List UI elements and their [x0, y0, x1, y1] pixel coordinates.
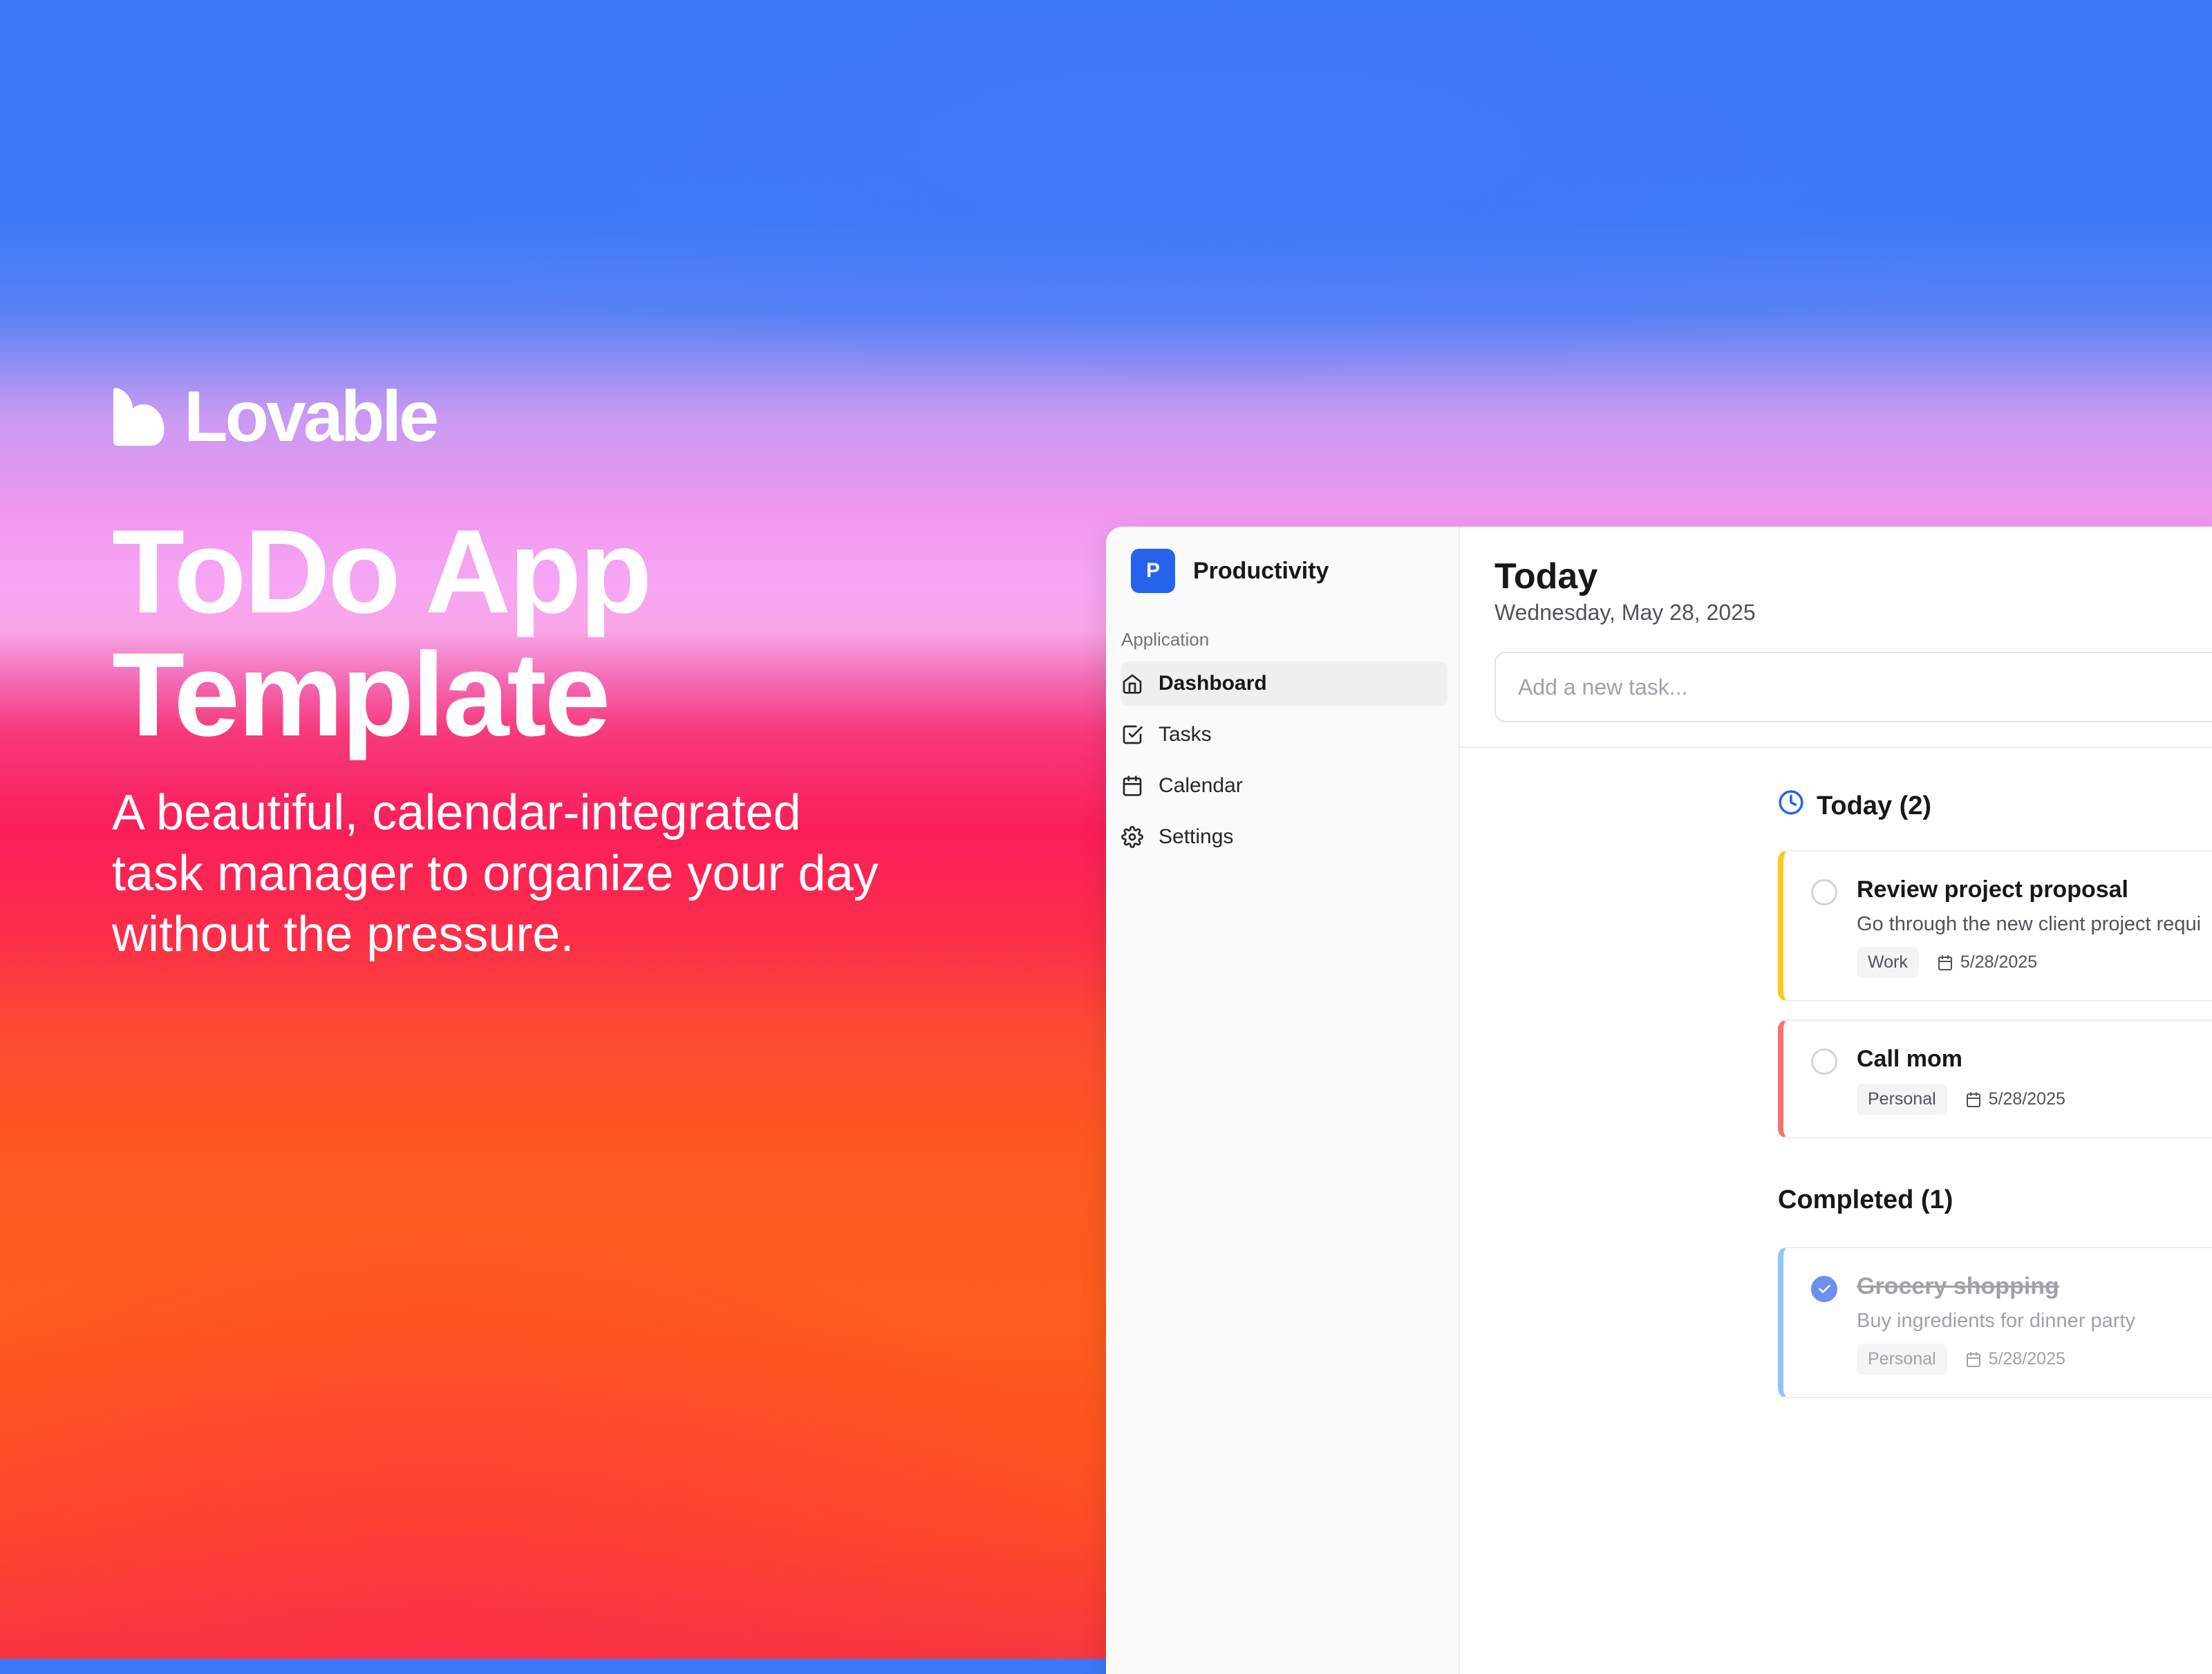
task-description: Go through the new client project requi [1857, 913, 2202, 935]
task-meta: Personal 5/28/2025 [1857, 1344, 2212, 1375]
sidebar-item-calendar[interactable]: Calendar [1121, 764, 1447, 808]
sidebar-item-label: Dashboard [1159, 672, 1267, 695]
task-due-date: 5/28/2025 [1988, 1349, 2065, 1369]
home-icon [1121, 673, 1143, 695]
section-completed-title: Completed (1) [1778, 1185, 1953, 1214]
task-meta: Personal 5/28/2025 [1857, 1084, 2212, 1115]
gear-icon [1121, 826, 1143, 848]
calendar-icon [1966, 1091, 1980, 1107]
nav-group: Application Dashboard Tasks Calendar Set… [1121, 629, 1447, 859]
workspace-name: Productivity [1193, 557, 1329, 584]
hero: Lovable ToDo App Template A beautiful, c… [112, 379, 900, 965]
sidebar-item-settings[interactable]: Settings [1121, 815, 1447, 859]
task-checkbox-checked[interactable] [1811, 1276, 1837, 1302]
task-card-completed[interactable]: Grocery shopping Buy ingredients for din… [1778, 1247, 2212, 1398]
workspace-switcher[interactable]: P Productivity [1131, 549, 1459, 593]
clock-icon [1778, 789, 1804, 822]
sidebar: P Productivity Application Dashboard Tas… [1106, 527, 1460, 1674]
check-icon [1819, 1285, 1830, 1293]
task-title: Review project proposal [1857, 876, 2128, 903]
section-today: Today (2) [1778, 789, 2212, 822]
hero-title: ToDo App Template [112, 510, 900, 756]
task-body: Review project proposal Go through the n… [1857, 876, 2212, 978]
section-completed: Completed (1) [1778, 1185, 2212, 1215]
sidebar-item-tasks[interactable]: Tasks [1121, 713, 1447, 757]
task-list: Today (2) Review project proposal Go thr… [1778, 789, 2212, 1398]
task-due: 5/28/2025 [1965, 1089, 2065, 1109]
task-body: Call mom Personal 5/28/2025 [1857, 1046, 2212, 1115]
task-due-date: 5/28/2025 [1960, 952, 2038, 972]
page-title: Today [1494, 556, 1598, 596]
sidebar-item-label: Calendar [1159, 774, 1243, 797]
app-window: P Productivity Application Dashboard Tas… [1106, 527, 2212, 1674]
hero-subtitle: A beautiful, calendar-integrated task ma… [112, 785, 879, 962]
task-tag: Personal [1857, 1344, 1947, 1375]
task-description: Buy ingredients for dinner party [1857, 1310, 2135, 1332]
hero-title-line1: ToDo App [112, 505, 652, 638]
page-header: Today Wednesday, May 28, 2025 [1460, 527, 2212, 748]
nav-group-label: Application [1121, 629, 1210, 650]
task-title: Call mom [1857, 1046, 1963, 1072]
task-checkbox[interactable] [1811, 1048, 1837, 1075]
page-date: Wednesday, May 28, 2025 [1494, 600, 1756, 625]
calendar-icon [1966, 1351, 1980, 1367]
hero-title-line2: Template [112, 628, 610, 761]
sidebar-item-label: Settings [1159, 825, 1234, 848]
sidebar-item-dashboard[interactable]: Dashboard [1121, 661, 1447, 706]
calendar-icon [1938, 954, 1952, 970]
checkbox-icon [1121, 724, 1143, 746]
workspace-logo: P [1131, 549, 1175, 593]
brand-name: Lovable [184, 377, 439, 457]
sidebar-item-label: Tasks [1159, 723, 1212, 746]
lovable-heart-logo-icon [113, 388, 165, 446]
task-title: Grocery shopping [1857, 1273, 2059, 1299]
add-task-input[interactable] [1494, 652, 2212, 722]
calendar-icon [1121, 775, 1143, 797]
task-card[interactable]: Review project proposal Go through the n… [1778, 850, 2212, 1001]
brand: Lovable [112, 379, 900, 455]
task-card[interactable]: Call mom Personal 5/28/2025 [1778, 1019, 2212, 1138]
section-today-title: Today (2) [1817, 791, 1932, 820]
task-tag: Personal [1857, 1084, 1947, 1115]
task-due-date: 5/28/2025 [1988, 1089, 2065, 1109]
task-meta: Work 5/28/2025 [1857, 947, 2212, 978]
task-tag: Work [1857, 947, 1919, 978]
task-due: 5/28/2025 [1937, 952, 2037, 972]
task-checkbox[interactable] [1811, 879, 1837, 905]
task-body: Grocery shopping Buy ingredients for din… [1857, 1273, 2212, 1375]
main-panel: Today Wednesday, May 28, 2025 Today (2) … [1460, 527, 2212, 1674]
task-due: 5/28/2025 [1965, 1349, 2065, 1369]
